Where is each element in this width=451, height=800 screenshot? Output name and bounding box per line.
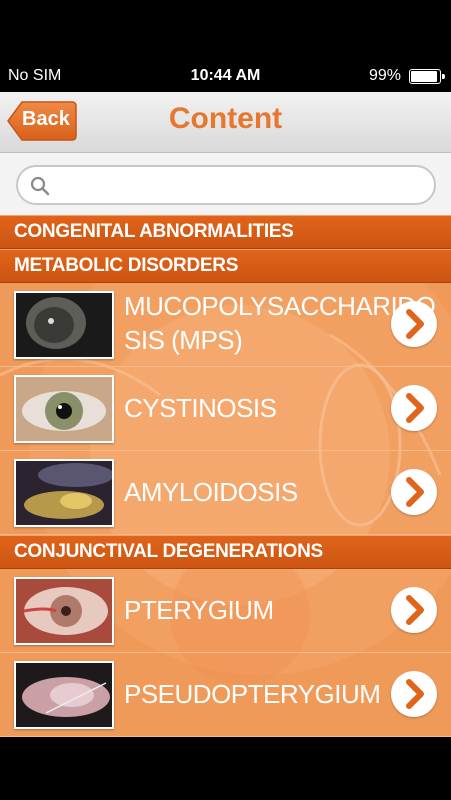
chevron-right-icon[interactable]	[391, 671, 437, 717]
green-iris-photo	[14, 375, 114, 443]
list-item-cystinosis[interactable]: CYSTINOSIS	[0, 367, 451, 451]
section-header-congenital[interactable]: CONGENITAL ABNORMALITIES	[0, 215, 451, 249]
search-bar	[0, 153, 451, 215]
list-item-pseudopterygium[interactable]: PSEUDOPTERYGIUM	[0, 653, 451, 737]
pink-conjunctiva-photo	[14, 661, 114, 729]
yellow-lesion-photo	[14, 459, 114, 527]
nav-bar: Back Content	[0, 92, 451, 153]
bottom-bar	[0, 737, 451, 800]
list-item-amyloidosis[interactable]: AMYLOIDOSIS	[0, 451, 451, 535]
row-label: AMYLOIDOSIS	[124, 477, 298, 507]
battery-fill	[411, 71, 437, 82]
list-item-pterygium[interactable]: PTERYGIUM	[0, 569, 451, 653]
chevron-right-icon[interactable]	[391, 469, 437, 515]
chevron-right-icon[interactable]	[391, 385, 437, 431]
page-title: Content	[168, 102, 283, 135]
row-label-line1: MUCOPOLYSACCHARIDO	[124, 291, 436, 321]
row-label: CYSTINOSIS	[124, 393, 277, 423]
battery-icon	[409, 69, 445, 84]
status-bar: No SIM 10:44 AM 99%	[0, 0, 451, 92]
row-label: PTERYGIUM	[124, 595, 274, 625]
battery-percent: 99%	[368, 67, 401, 84]
section-header-metabolic[interactable]: METABOLIC DISORDERS	[0, 249, 451, 283]
row-label-line2: SIS (MPS)	[124, 325, 243, 355]
list-item-mps[interactable]: MUCOPOLYSACCHARIDO SIS (MPS)	[0, 283, 451, 367]
chevron-right-icon[interactable]	[391, 301, 437, 347]
section-header-conjunctival[interactable]: CONJUNCTIVAL DEGENERATIONS	[0, 535, 451, 569]
dark-cornea-photo	[14, 291, 114, 359]
content-list[interactable]: CONGENITAL ABNORMALITIES METABOLIC DISOR…	[0, 215, 451, 737]
row-label: MUCOPOLYSACCHARIDO SIS (MPS)	[124, 289, 436, 357]
red-eye-photo	[14, 577, 114, 645]
chevron-right-icon[interactable]	[391, 587, 437, 633]
search-field[interactable]	[16, 165, 436, 205]
search-icon	[30, 176, 50, 196]
search-input[interactable]	[62, 173, 426, 201]
row-label: PSEUDOPTERYGIUM	[124, 679, 381, 709]
